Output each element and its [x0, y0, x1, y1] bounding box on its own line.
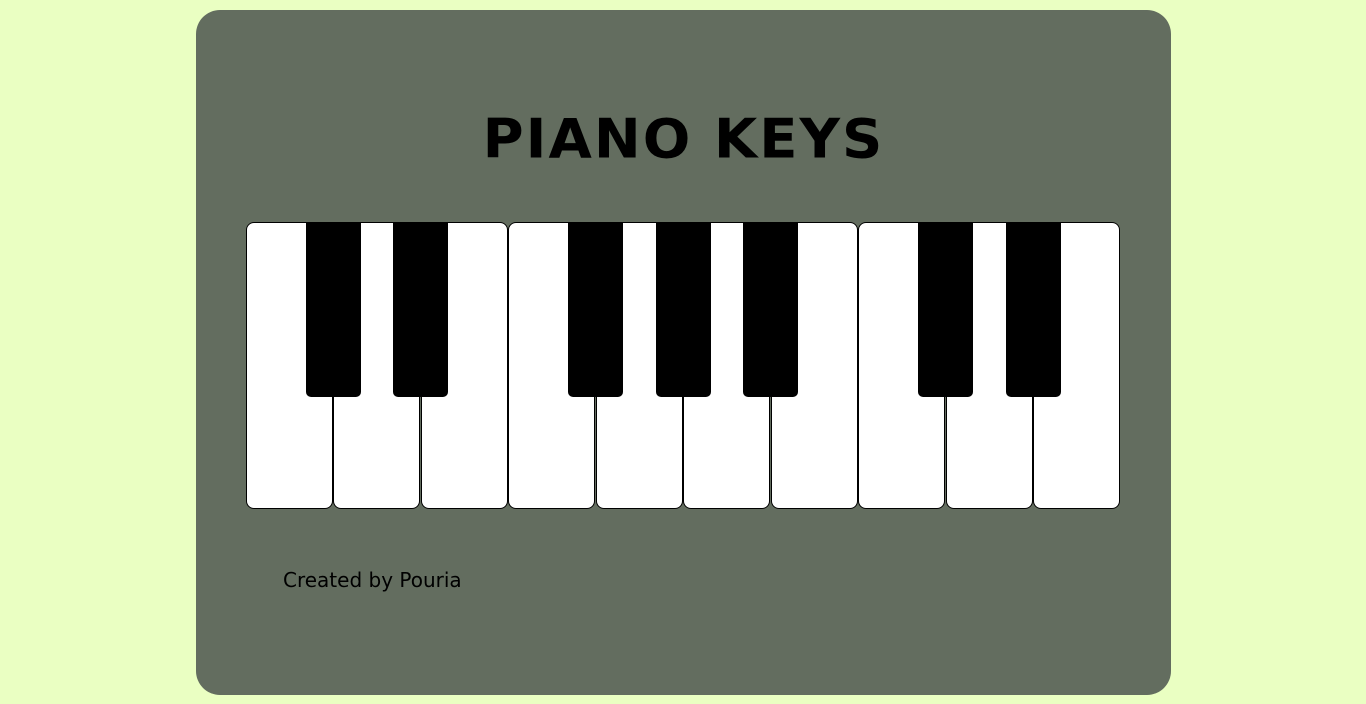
page-title: PIANO KEYS	[482, 107, 885, 172]
black-key-3[interactable]	[568, 222, 623, 397]
black-key-2[interactable]	[393, 222, 448, 397]
black-key-7[interactable]	[1006, 222, 1061, 397]
credit-text: Created by Pouria	[283, 568, 462, 592]
piano-card: PIANO KEYS Created by Pouria	[196, 10, 1171, 695]
black-key-5[interactable]	[743, 222, 798, 397]
black-key-4[interactable]	[656, 222, 711, 397]
piano-keyboard	[246, 222, 1121, 509]
black-key-1[interactable]	[306, 222, 361, 397]
black-key-6[interactable]	[918, 222, 973, 397]
